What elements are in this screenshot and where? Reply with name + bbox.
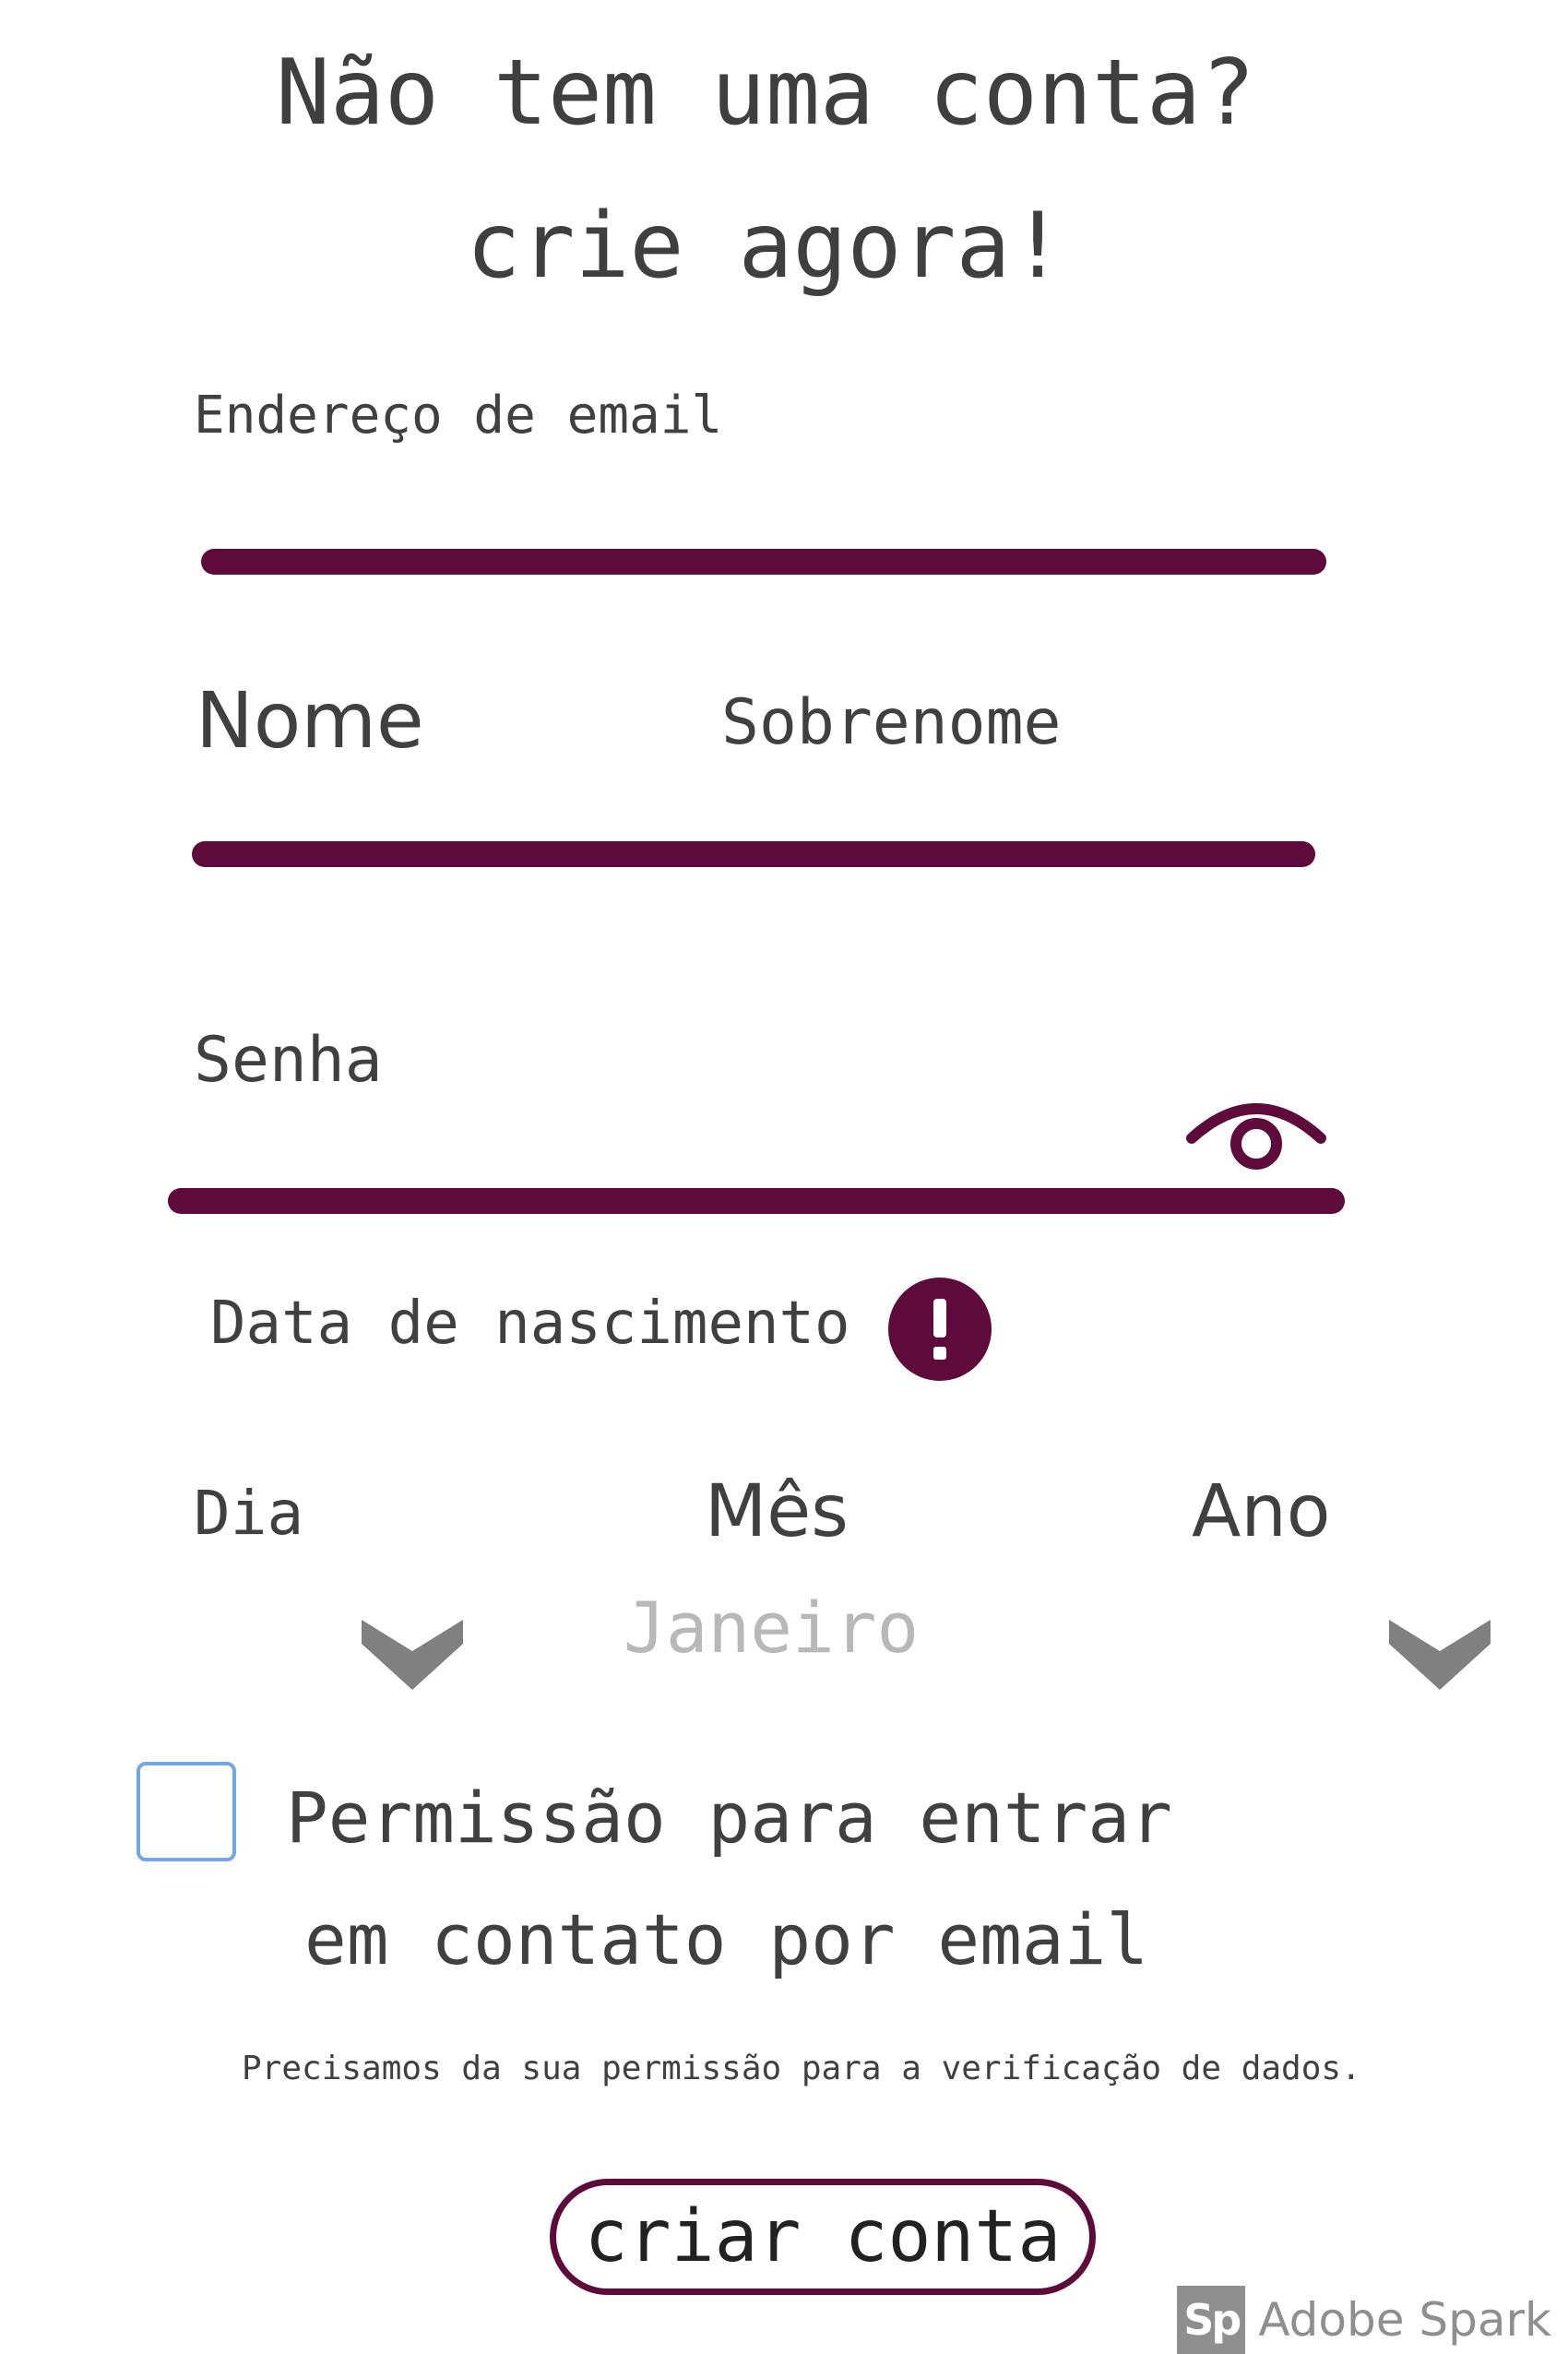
email-label: Endereço de email xyxy=(194,386,723,446)
year-dropdown-chevron-down-icon[interactable] xyxy=(1389,1620,1491,1690)
day-dropdown-chevron-down-icon[interactable] xyxy=(362,1620,463,1690)
name-underline xyxy=(192,841,1315,867)
password-label: Senha xyxy=(194,1024,383,1097)
first-name-field[interactable] xyxy=(197,764,714,838)
email-permission-checkbox[interactable] xyxy=(137,1762,236,1861)
permission-line1: Permissão para entrar xyxy=(286,1777,1172,1859)
day-label: Dia xyxy=(194,1478,304,1549)
month-select-value[interactable]: Janeiro xyxy=(624,1587,919,1669)
permission-line2: em contato por email xyxy=(304,1898,1149,1980)
adobe-spark-text: Adobe Spark xyxy=(1258,2293,1551,2347)
birthdate-label: Data de nascimento xyxy=(210,1290,850,1358)
adobe-spark-watermark: Sp Adobe Spark xyxy=(1177,2286,1551,2354)
eye-icon[interactable] xyxy=(1184,1090,1328,1179)
last-name-field[interactable] xyxy=(723,764,1295,838)
permission-note: Precisamos da sua permissão para a verif… xyxy=(242,2050,1361,2087)
alert-icon[interactable] xyxy=(887,1277,992,1382)
password-underline xyxy=(168,1188,1345,1214)
email-field[interactable] xyxy=(205,461,1321,535)
page-title-line1: Não tem uma conta? xyxy=(275,41,1256,146)
year-label: Ano xyxy=(1192,1470,1331,1553)
adobe-spark-logo-icon: Sp xyxy=(1177,2286,1246,2354)
create-account-button[interactable]: criar conta xyxy=(550,2179,1096,2295)
page-title-line2: crie agora! xyxy=(466,194,1065,299)
password-field[interactable] xyxy=(184,1107,1162,1181)
email-underline xyxy=(201,549,1326,575)
first-name-label: Nome xyxy=(196,675,424,766)
last-name-label: Sobrenome xyxy=(721,686,1062,759)
month-label: Mês xyxy=(705,1470,849,1553)
